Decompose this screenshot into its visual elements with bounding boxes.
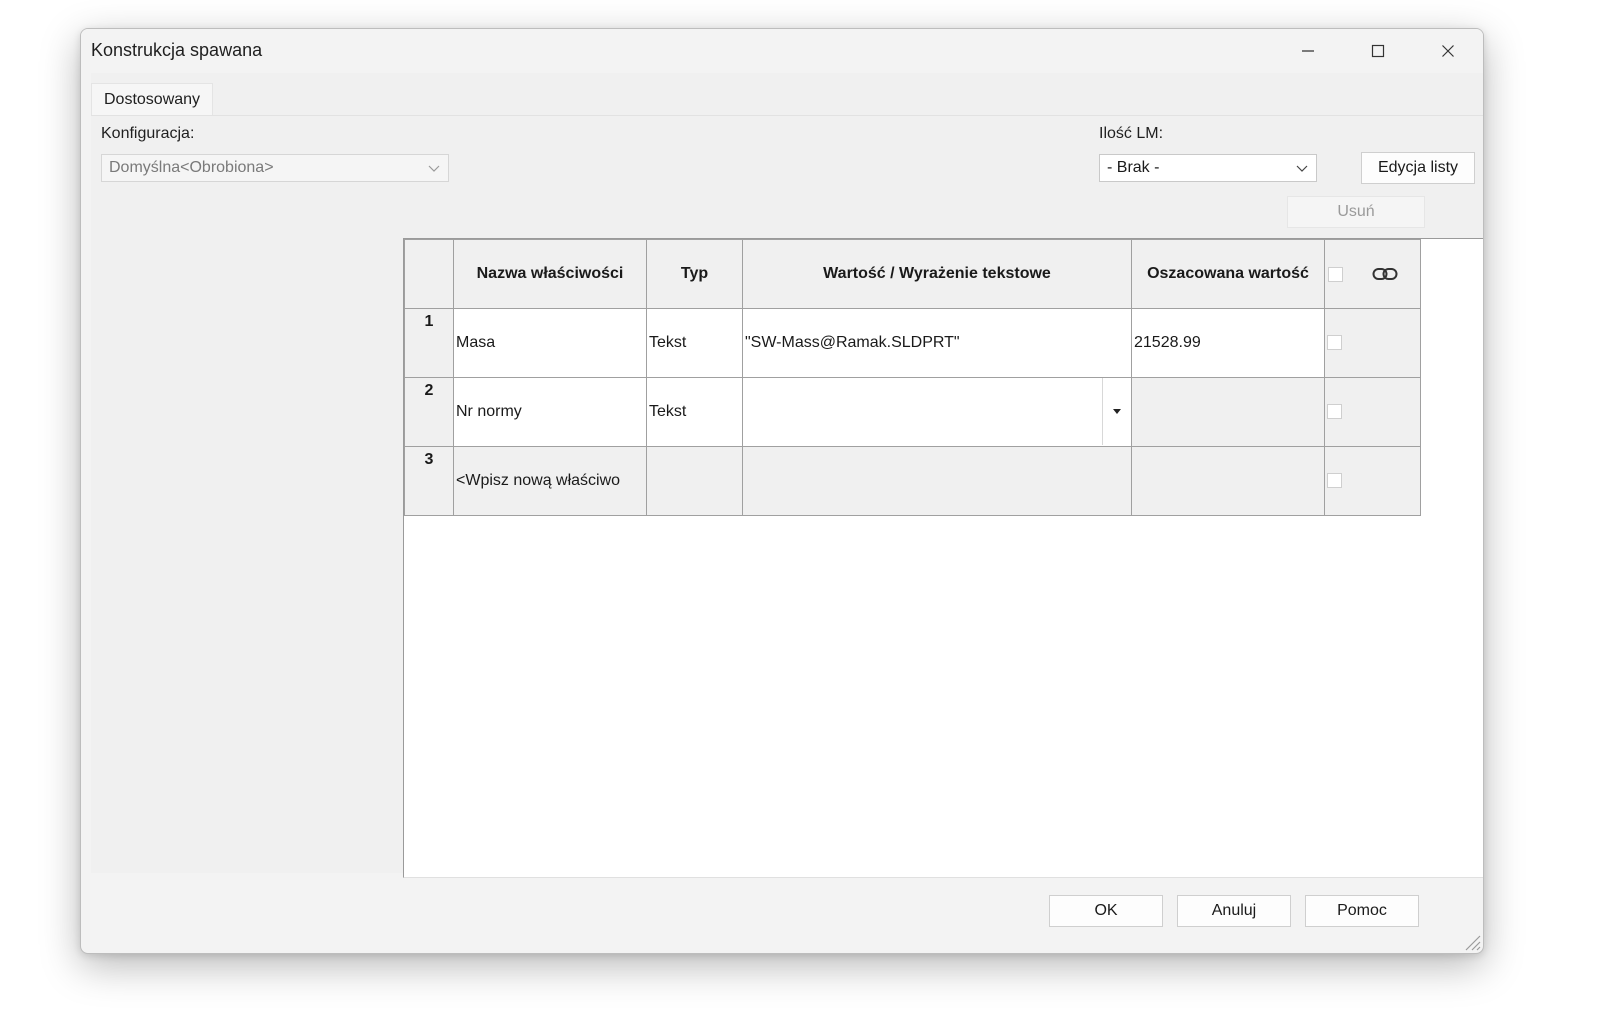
edit-list-button[interactable]: Edycja listy [1361, 152, 1475, 184]
table-row[interactable]: 3 <Wpisz nową właściwo [404, 446, 1421, 516]
cell-value[interactable] [742, 377, 1132, 447]
cell-type[interactable] [646, 446, 743, 516]
caret-down-icon [1113, 408, 1121, 414]
chevron-down-icon [1296, 165, 1308, 172]
column-header-evaluated[interactable]: Oszacowana wartość [1131, 239, 1325, 309]
corner-header [404, 239, 454, 309]
minimize-icon [1302, 50, 1314, 52]
value-dropdown-button[interactable] [1102, 378, 1131, 445]
cell-value[interactable] [742, 446, 1132, 516]
tab-dostosowany[interactable]: Dostosowany [91, 83, 214, 116]
dialog-window: Konstrukcja spawana Dostosowany Konfigur… [80, 28, 1484, 954]
bom-label: Ilość LM: [1099, 125, 1164, 142]
cell-name[interactable]: Nr normy [453, 377, 647, 447]
column-header-value[interactable]: Wartość / Wyrażenie tekstowe [742, 239, 1132, 309]
resize-grip-icon[interactable] [1463, 933, 1481, 951]
maximize-button[interactable] [1343, 29, 1413, 73]
help-button[interactable]: Pomoc [1305, 895, 1419, 927]
link-icon[interactable] [1372, 267, 1398, 281]
row-number[interactable]: 2 [404, 377, 454, 447]
select-all-checkbox[interactable] [1328, 266, 1343, 282]
cell-link [1324, 308, 1421, 378]
table-row[interactable]: 1 Masa Tekst "SW-Mass@Ramak.SLDPRT" 2152… [404, 308, 1421, 378]
properties-grid-area: Nazwa właściwości Typ Wartość / Wyrażeni… [403, 238, 1483, 878]
window-title: Konstrukcja spawana [91, 40, 263, 60]
bom-value: - Brak - [1107, 159, 1160, 176]
link-checkbox[interactable] [1327, 404, 1342, 420]
minimize-button[interactable] [1273, 29, 1343, 73]
config-value: Domyślna<Obrobiona> [109, 159, 274, 176]
column-header-type[interactable]: Typ [646, 239, 743, 309]
link-checkbox[interactable] [1327, 473, 1342, 489]
column-header-name[interactable]: Nazwa właściwości [453, 239, 647, 309]
cell-evaluated: 21528.99 [1131, 308, 1325, 378]
config-select[interactable]: Domyślna<Obrobiona> [101, 154, 449, 182]
row-number[interactable]: 1 [404, 308, 454, 378]
title-bar: Konstrukcja spawana [81, 29, 1483, 73]
config-label: Konfiguracja: [101, 125, 195, 142]
cell-evaluated [1131, 377, 1325, 447]
cell-link [1324, 446, 1421, 516]
tab-page: Konfiguracja: Domyślna<Obrobiona> Ilość … [91, 115, 1483, 878]
link-checkbox[interactable] [1327, 335, 1342, 351]
delete-button[interactable]: Usuń [1287, 196, 1425, 228]
close-button[interactable] [1413, 29, 1483, 73]
close-icon [1442, 45, 1454, 57]
table-row[interactable]: 2 Nr normy Tekst [404, 377, 1421, 447]
column-header-link [1324, 239, 1421, 309]
cancel-button[interactable]: Anuluj [1177, 895, 1291, 927]
table-header-row: Nazwa właściwości Typ Wartość / Wyrażeni… [404, 239, 1421, 309]
cell-type[interactable]: Tekst [646, 308, 743, 378]
cell-evaluated [1131, 446, 1325, 516]
row-number[interactable]: 3 [404, 446, 454, 516]
bom-select[interactable]: - Brak - [1099, 154, 1317, 182]
properties-table: Nazwa właściwości Typ Wartość / Wyrażeni… [404, 239, 1421, 516]
dialog-client-area: Dostosowany Konfiguracja: Domyślna<Obrob… [91, 73, 1483, 878]
cell-name[interactable]: Masa [453, 308, 647, 378]
cell-link [1324, 377, 1421, 447]
maximize-icon [1371, 44, 1385, 58]
cell-type[interactable]: Tekst [646, 377, 743, 447]
ok-button[interactable]: OK [1049, 895, 1163, 927]
cell-name-new-property[interactable]: <Wpisz nową właściwo [453, 446, 647, 516]
chevron-down-icon [428, 165, 440, 172]
cell-value[interactable]: "SW-Mass@Ramak.SLDPRT" [742, 308, 1132, 378]
